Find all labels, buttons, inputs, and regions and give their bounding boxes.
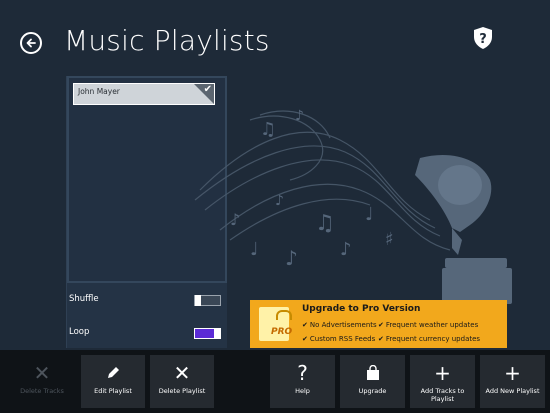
header: Music Playlists ? — [0, 0, 550, 70]
add-new-playlist-button[interactable]: + Add New Playlist — [480, 355, 545, 408]
delete-playlist-label: Delete Playlist — [158, 387, 206, 395]
svg-text:♩: ♩ — [250, 239, 259, 260]
plus-icon: + — [434, 361, 451, 385]
svg-text:♪: ♪ — [340, 239, 352, 260]
upgrade-button[interactable]: Upgrade — [340, 355, 405, 408]
pro-bag-icon: PRO — [259, 307, 293, 341]
promo-feature: ✔ Frequent currency updates — [378, 335, 481, 343]
loop-row: Loop — [69, 324, 225, 344]
pro-badge-text: PRO — [271, 327, 293, 337]
check-icon: ✔ — [302, 335, 308, 343]
question-icon: ? — [297, 361, 308, 385]
loop-label: Loop — [69, 327, 90, 337]
add-tracks-label: Add Tracks to Playlist — [420, 387, 465, 403]
close-icon: ✕ — [33, 361, 51, 385]
upgrade-promo-banner[interactable]: PRO Upgrade to Pro Version ✔ No Advertise… — [250, 300, 507, 348]
back-button[interactable] — [20, 32, 42, 54]
delete-tracks-button[interactable]: ✕ Delete Tracks — [10, 355, 74, 408]
svg-text:♫: ♫ — [315, 211, 335, 236]
music-gramophone-illustration: ♫ ♪ ♪ ♩ ♪ ♫ ♪ ♩ ♯ ♪ — [194, 108, 512, 312]
svg-text:?: ? — [479, 32, 487, 47]
svg-text:♯: ♯ — [385, 229, 394, 250]
svg-text:♫: ♫ — [260, 119, 276, 140]
promo-feature: ✔ No Advertisements — [302, 321, 377, 329]
delete-tracks-label: Delete Tracks — [20, 387, 64, 395]
plus-icon: + — [504, 361, 521, 385]
help-label: Help — [295, 387, 310, 395]
page-title: Music Playlists — [64, 24, 270, 57]
promo-feature: ✔ Frequent weather updates — [378, 321, 479, 329]
shuffle-label: Shuffle — [69, 294, 99, 304]
help-button[interactable]: ? Help — [270, 355, 335, 408]
add-new-playlist-label: Add New Playlist — [485, 387, 540, 395]
add-tracks-button[interactable]: + Add Tracks to Playlist — [410, 355, 475, 408]
check-icon: ✔ — [302, 321, 308, 329]
loop-toggle[interactable] — [194, 328, 221, 339]
svg-text:♩: ♩ — [365, 204, 374, 225]
back-arrow-icon — [26, 38, 36, 48]
upgrade-label: Upgrade — [358, 387, 387, 395]
close-icon: ✕ — [173, 361, 191, 385]
shopping-bag-icon — [366, 359, 380, 387]
delete-playlist-button[interactable]: ✕ Delete Playlist — [150, 355, 214, 408]
svg-text:♪: ♪ — [230, 210, 240, 229]
shield-question-icon[interactable]: ? — [472, 26, 494, 50]
pencil-icon — [105, 359, 121, 387]
svg-text:♪: ♪ — [285, 246, 298, 270]
edit-playlist-button[interactable]: Edit Playlist — [81, 355, 145, 408]
promo-title: Upgrade to Pro Version — [302, 304, 421, 314]
toggle-knob — [214, 328, 220, 339]
check-icon: ✔ — [378, 321, 384, 329]
app-bar: ✕ Delete Tracks Edit Playlist ✕ Delete P… — [0, 350, 550, 413]
check-icon: ✔ — [378, 335, 384, 343]
bag-handle — [276, 310, 292, 320]
promo-feature: ✔ Custom RSS Feeds — [302, 335, 376, 343]
svg-text:♪: ♪ — [275, 193, 284, 209]
edit-playlist-label: Edit Playlist — [94, 387, 132, 395]
svg-text:♪: ♪ — [295, 108, 304, 124]
playlist-item-label: John Mayer — [78, 87, 120, 96]
